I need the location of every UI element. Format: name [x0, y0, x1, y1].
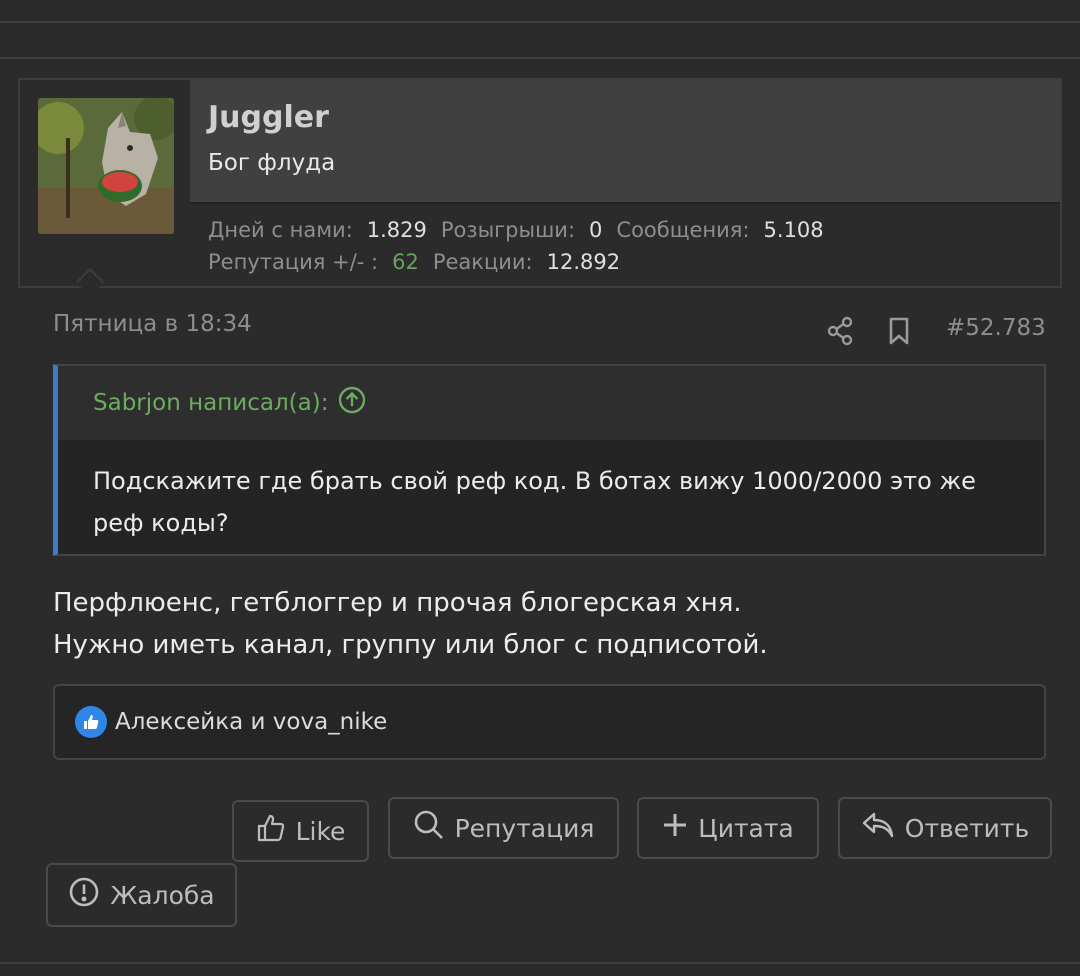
- author-block: Juggler Бог флуда Дней с нами: 1.829 Розыг…: [18, 78, 1062, 297]
- reply-button[interactable]: Ответить: [838, 797, 1052, 859]
- message-line: Нужно иметь канал, группу или блог с под…: [53, 630, 768, 660]
- arrow-up-circle-icon[interactable]: [338, 386, 366, 420]
- divider: [0, 21, 1080, 23]
- reputation-label: Репутация: [454, 813, 595, 843]
- giveaways-value: 0: [589, 218, 603, 242]
- plus-icon: [662, 812, 688, 844]
- reply-label: Ответить: [904, 813, 1030, 843]
- divider: [0, 57, 1080, 59]
- quote-block: Sabrjon написал(а): Подскажите где брать…: [53, 364, 1046, 556]
- messages-value: 5.108: [763, 218, 824, 242]
- share-icon[interactable]: [826, 316, 854, 346]
- quote-label: Цитата: [698, 813, 794, 843]
- author-header: Juggler Бог флуда: [190, 80, 1060, 204]
- giveaways-label: Розыгрыши:: [440, 218, 576, 242]
- bookmark-icon[interactable]: [886, 316, 912, 346]
- search-icon: [413, 809, 445, 847]
- reactions-bar[interactable]: Алексейка и vova_nike: [53, 684, 1046, 760]
- alert-circle-icon: [68, 876, 100, 914]
- post-date[interactable]: Пятница в 18:34: [53, 311, 252, 337]
- reactions-value: 12.892: [546, 250, 621, 274]
- reputation-button[interactable]: Репутация: [388, 797, 619, 859]
- report-label: Жалоба: [110, 880, 215, 910]
- author-stats: Дней с нами: 1.829 Розыгрыши: 0 Сообщения: 5.…: [208, 214, 838, 278]
- author-name[interactable]: Juggler: [208, 100, 329, 135]
- reply-icon: [861, 810, 895, 846]
- quote-header[interactable]: Sabrjon написал(а):: [93, 386, 366, 420]
- report-button[interactable]: Жалоба: [46, 863, 237, 927]
- quote-author[interactable]: Sabrjon написал(а):: [93, 390, 328, 416]
- reactions-users[interactable]: Алексейка и vova_nike: [115, 709, 387, 735]
- reputation-value: 62: [392, 250, 419, 274]
- author-title: Бог флуда: [208, 150, 336, 176]
- like-label: Like: [295, 816, 346, 846]
- thumbs-up-icon: [256, 813, 286, 849]
- messages-label: Сообщения:: [616, 218, 750, 242]
- quote-button[interactable]: Цитата: [637, 797, 819, 859]
- thumbs-up-icon: [75, 706, 107, 738]
- message-line: Перфлюенс, гетблоггер и прочая блогерска…: [53, 588, 742, 618]
- reputation-label: Репутация +/- :: [208, 250, 379, 274]
- arrow-notch: [75, 267, 105, 297]
- days-value: 1.829: [366, 218, 427, 242]
- like-button[interactable]: Like: [232, 800, 369, 862]
- quote-text: Подскажите где брать свой реф код. В бот…: [58, 440, 1044, 554]
- days-label: Дней с нами:: [208, 218, 353, 242]
- post-message: Перфлюенс, гетблоггер и прочая блогерска…: [53, 582, 768, 666]
- reactions-label: Реакции:: [432, 250, 533, 274]
- avatar[interactable]: [38, 98, 174, 234]
- divider: [0, 962, 1080, 964]
- post-number[interactable]: #52.783: [946, 315, 1046, 341]
